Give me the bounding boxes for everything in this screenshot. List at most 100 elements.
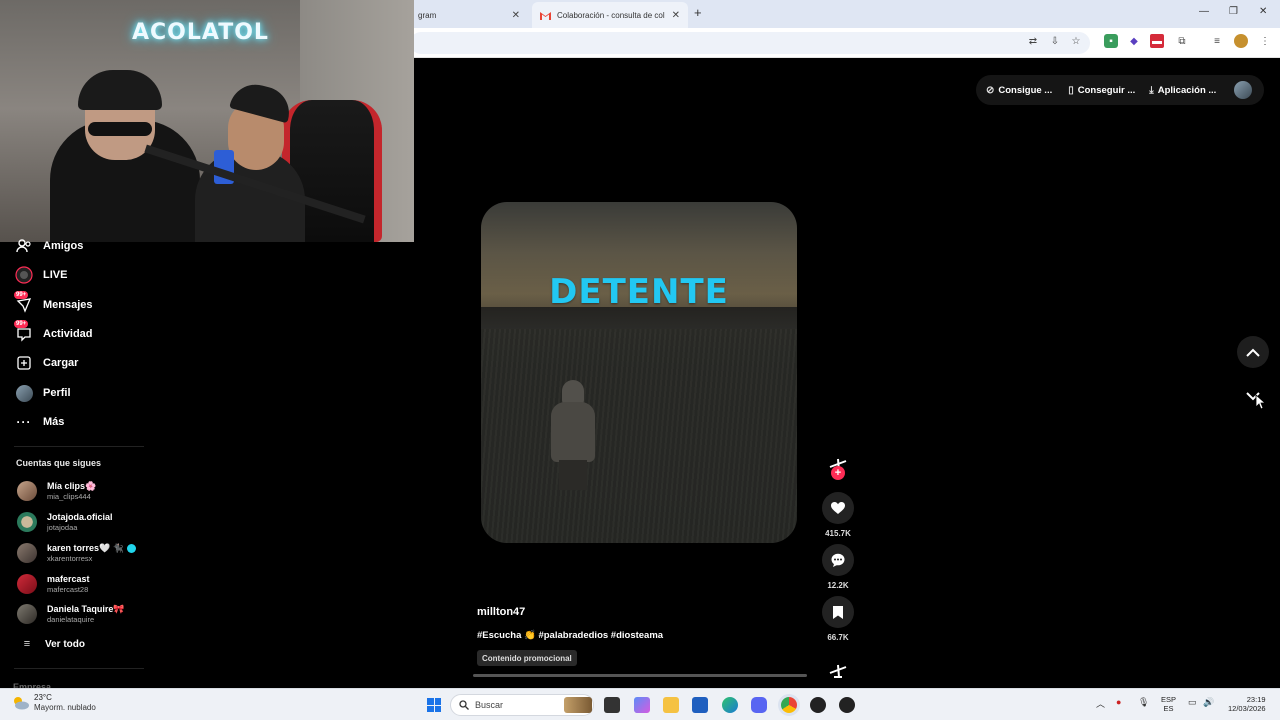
divider <box>14 668 144 669</box>
sidebar-item-mas[interactable]: ··· Más <box>14 410 65 434</box>
system-clock[interactable]: 23:19 12/03/2026 <box>1228 695 1266 713</box>
store-icon[interactable] <box>692 697 708 713</box>
sidebar-item-amigos[interactable]: Amigos <box>14 234 83 258</box>
following-account[interactable]: Jotajoda.oficial jotajodaa <box>17 509 113 535</box>
follow-plus-icon[interactable]: + <box>831 466 845 480</box>
get-coins-button[interactable]: ⊘ Consigue ... <box>986 85 1052 96</box>
save-button[interactable] <box>822 596 854 628</box>
maximize-button[interactable]: ❐ <box>1229 6 1238 17</box>
translate-icon[interactable]: ⇄ <box>1026 34 1040 48</box>
volume-icon[interactable]: 🔊 <box>1203 697 1214 708</box>
avatar <box>17 604 37 624</box>
promo-label: Contenido promocional <box>477 650 577 666</box>
weather-widget[interactable]: 23°C Mayorm. nublado <box>12 693 96 713</box>
button-label: Consigue ... <box>998 84 1053 96</box>
tray-app-icon[interactable]: ● <box>1116 697 1121 707</box>
account-name: Jotajoda.oficial <box>47 512 113 522</box>
top-actions-bar: ⊘ Consigue ... ▯ Conseguir ... ⤓ Aplicac… <box>976 75 1264 105</box>
discord-icon[interactable] <box>751 697 767 713</box>
microphone-icon[interactable]: 🎙 <box>1138 697 1149 708</box>
chrome-icon[interactable] <box>781 697 797 713</box>
weather-temperature: 23°C <box>34 693 52 702</box>
media-player-icon[interactable] <box>839 697 855 713</box>
video-player[interactable]: DETENTE <box>481 202 797 543</box>
app-icon[interactable] <box>810 697 826 713</box>
language-indicator[interactable]: ESP ES <box>1161 695 1176 713</box>
share-icon[interactable] <box>822 654 854 686</box>
network-icon[interactable]: ▭ <box>1188 697 1197 708</box>
sidebar-item-label: LIVE <box>43 269 68 281</box>
sidebar-item-mensajes[interactable]: 99+ Mensajes <box>14 291 93 317</box>
sidebar-item-label: Amigos <box>43 240 84 252</box>
avatar <box>17 481 37 501</box>
mouse-cursor-icon <box>1255 394 1265 410</box>
previous-video-button[interactable] <box>1237 336 1269 368</box>
bookmark-star-icon[interactable]: ☆ <box>1069 34 1083 48</box>
video-caption[interactable]: #Escucha 👏 #palabradedios #diosteama <box>477 630 663 641</box>
tab-close-icon[interactable]: ✕ <box>512 10 520 21</box>
see-all-label: Ver todo <box>45 638 86 650</box>
tab-title: Colaboración - consulta de col <box>557 10 665 20</box>
address-bar[interactable] <box>410 32 1090 54</box>
search-icon <box>459 700 469 710</box>
start-button[interactable] <box>427 698 441 712</box>
sidebar-item-live[interactable]: LIVE <box>14 263 67 287</box>
screen: gram ✕ Colaboración - consulta de col ✕ … <box>0 0 1280 720</box>
keyboard-code: ES <box>1163 704 1174 713</box>
tray-chevron-icon[interactable]: ︿ <box>1096 697 1105 710</box>
clock-date: 12/03/2026 <box>1228 704 1266 713</box>
file-explorer-icon[interactable] <box>663 697 679 713</box>
profile-avatar[interactable] <box>1234 81 1252 99</box>
browser-tab[interactable]: gram ✕ <box>410 2 528 28</box>
search-highlight-icon <box>564 697 592 713</box>
comment-count: 12.2K <box>827 581 849 590</box>
install-icon[interactable]: ⇩ <box>1048 34 1062 48</box>
following-account[interactable]: Daniela Taquire🎀 danielataquire <box>17 601 125 627</box>
video-progress-bar[interactable] <box>473 674 807 677</box>
sidebar-item-perfil[interactable]: Perfil <box>14 381 71 405</box>
more-icon: ··· <box>16 415 32 429</box>
comment-icon <box>831 553 845 567</box>
edge-icon[interactable] <box>722 697 738 713</box>
profile-avatar[interactable] <box>1234 34 1248 48</box>
copilot-icon[interactable] <box>634 697 650 713</box>
sidebar-item-actividad[interactable]: 99+ Actividad <box>14 320 93 346</box>
get-app-button[interactable]: ▯ Conseguir ... <box>1068 85 1135 96</box>
see-all-link[interactable]: ≡ Ver todo <box>17 631 85 657</box>
friends-icon <box>14 236 34 256</box>
sunglasses <box>88 122 152 136</box>
account-name: Mía clips🌸 <box>47 481 97 491</box>
following-account[interactable]: karen torres🤍 🐈‍⬛ xkarentorresx <box>17 540 136 566</box>
menu-dots-icon[interactable]: ⋮ <box>1258 34 1272 48</box>
sidebar-item-cargar[interactable]: Cargar <box>14 351 78 375</box>
shield-extension-icon[interactable]: ◆ <box>1127 34 1141 48</box>
account-username: mia_clips444 <box>47 492 91 501</box>
windows-taskbar: 23°C Mayorm. nublado Buscar ︿ ● 🎙 ESP ES… <box>0 688 1280 720</box>
tab-close-icon[interactable]: ✕ <box>672 10 680 21</box>
bookmark-icon <box>833 605 843 619</box>
new-tab-button[interactable]: + <box>694 5 702 20</box>
browser-tab[interactable]: Colaboración - consulta de col ✕ <box>532 2 688 28</box>
account-name: karen torres🤍 🐈‍⬛ <box>47 543 124 553</box>
extensions-puzzle-icon[interactable]: ⧉ <box>1175 34 1189 48</box>
close-window-button[interactable]: ✕ <box>1259 6 1267 17</box>
heart-icon <box>831 501 845 514</box>
like-button[interactable] <box>822 492 854 524</box>
task-view-icon[interactable] <box>604 697 620 713</box>
extension-icon[interactable]: ▬ <box>1150 34 1164 48</box>
verified-icon <box>126 544 136 554</box>
neon-sign: ACOLATOL <box>132 20 269 45</box>
following-account[interactable]: mafercast mafercast28 <box>17 571 90 597</box>
media-controls-icon[interactable]: ≡ <box>1210 34 1224 48</box>
minimize-button[interactable]: — <box>1199 6 1209 17</box>
sidebar-item-label: Más <box>43 416 65 428</box>
profile-avatar <box>14 383 34 403</box>
coin-icon: ⊘ <box>986 84 995 96</box>
following-title: Cuentas que sigues <box>16 458 102 468</box>
following-account[interactable]: Mía clips🌸 mia_clips444 <box>17 478 96 504</box>
sidebar-item-label: Cargar <box>43 357 79 369</box>
extension-icon[interactable]: ▪ <box>1104 34 1118 48</box>
desktop-app-button[interactable]: ⤓ Aplicación ... <box>1149 85 1216 96</box>
video-author[interactable]: millton47 <box>477 606 525 618</box>
comment-button[interactable] <box>822 544 854 576</box>
